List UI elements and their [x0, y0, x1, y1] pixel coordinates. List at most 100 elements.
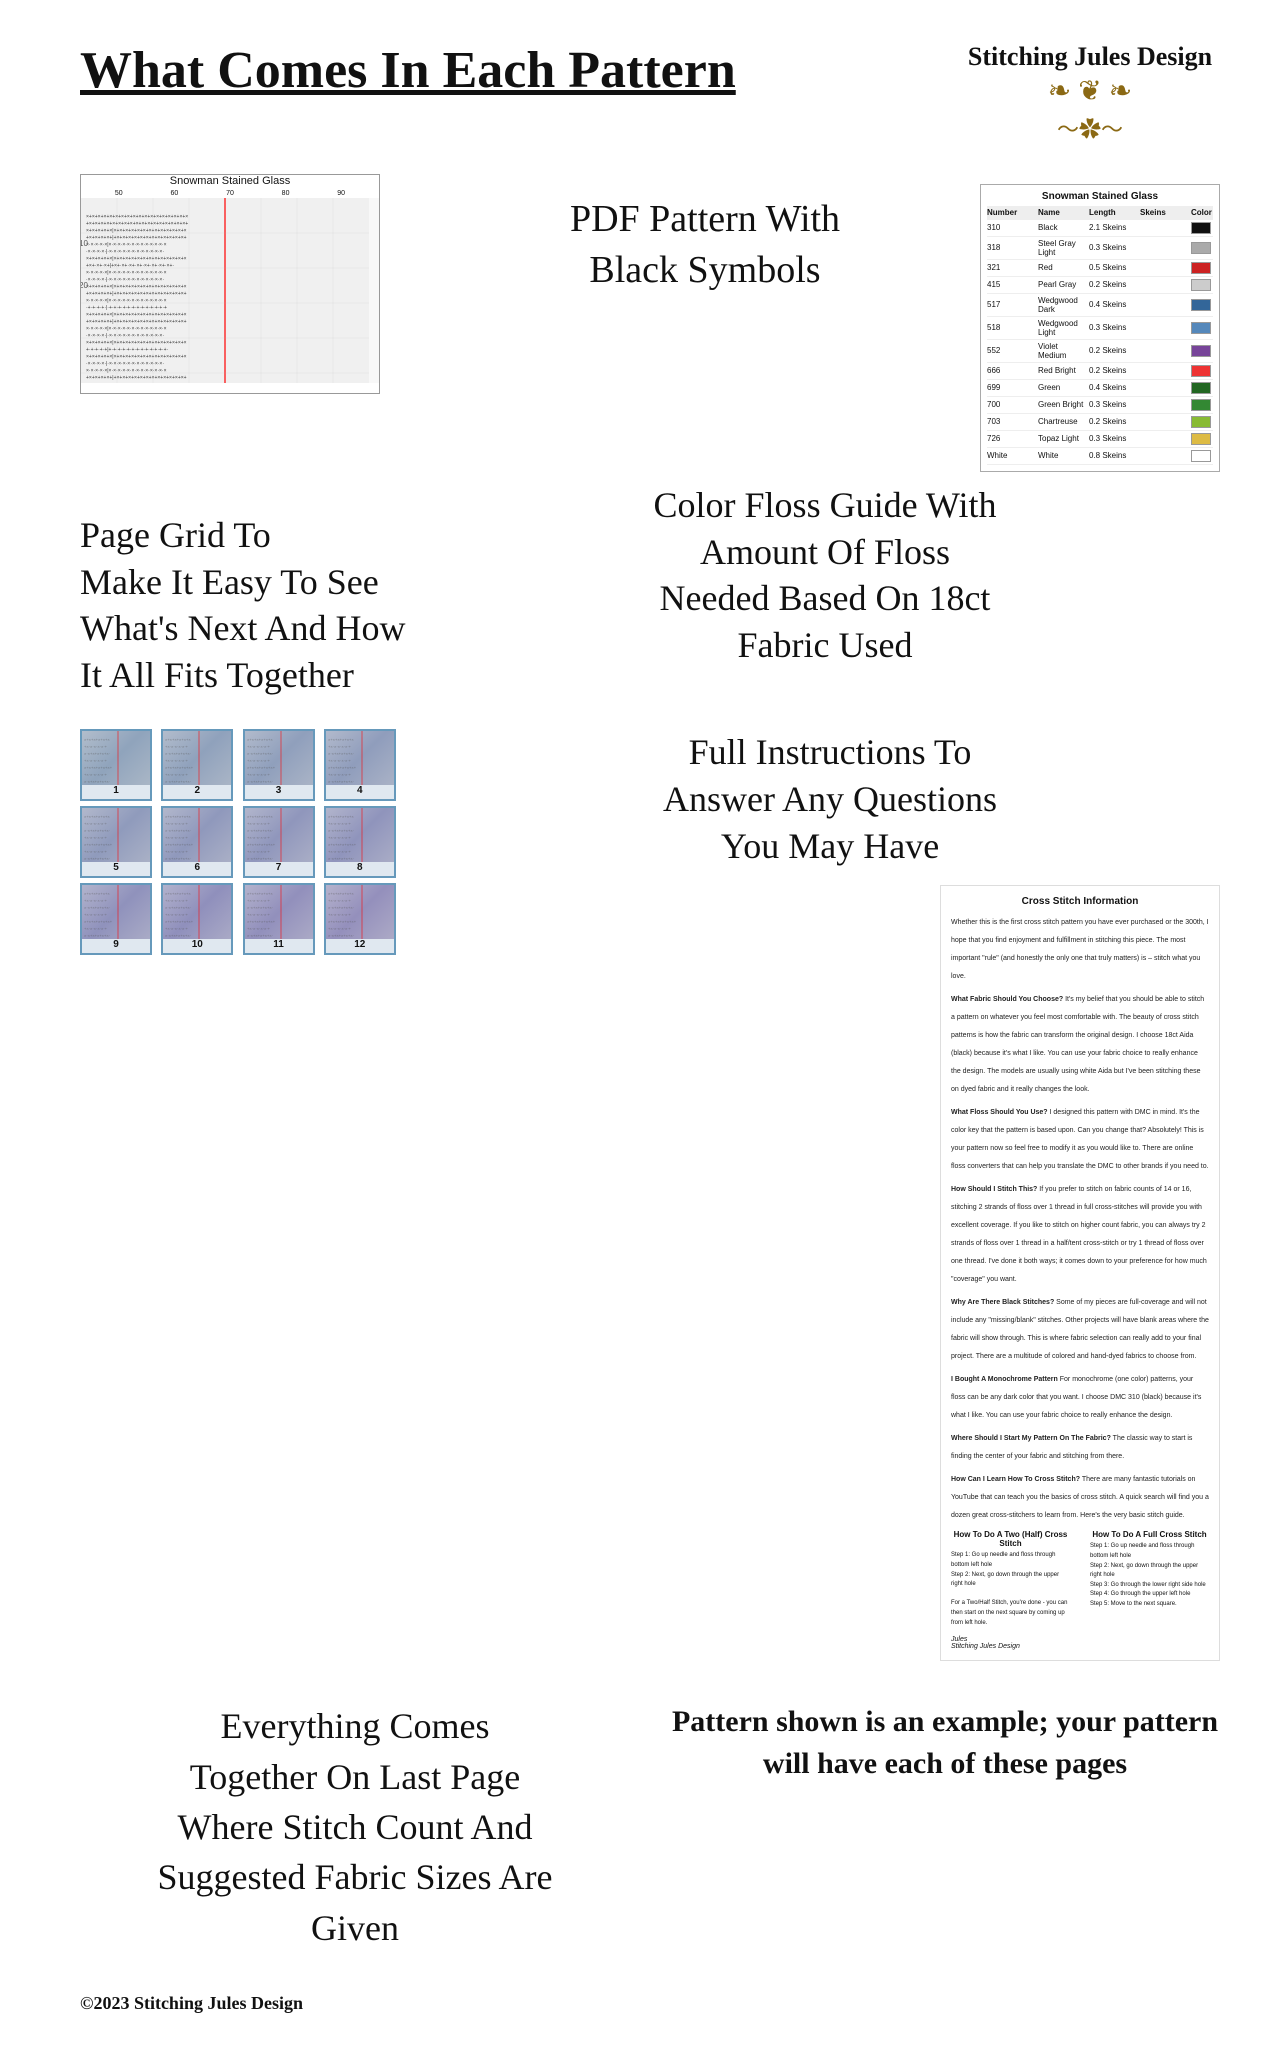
logo-area: Stitching Jules Design ❧ ❦ ❧ 〜✿〜: [960, 40, 1220, 144]
cell-pattern: ×+×+×+×+×+× +×·×·×·×·×·+ ×·×+×+×+×+×· +×…: [245, 731, 313, 785]
svg-text:+×·×·×·×·×·+: +×·×·×·×·×·+: [328, 849, 352, 854]
cs-heading: Why Are There Black Stitches?: [951, 1299, 1054, 1306]
floss-table-row: White White 0.8 Skeins: [987, 448, 1213, 465]
floss-cell-color: [1191, 299, 1213, 311]
color-swatch: [1191, 222, 1211, 234]
cs-paragraph-text: How Should I Stitch This? If you prefer …: [951, 1186, 1207, 1283]
floss-table-row: 415 Pearl Gray 0.2 Skeins: [987, 277, 1213, 294]
svg-text:×+×+×+×+×+×: ×+×+×+×+×+×: [247, 814, 273, 819]
floss-table-row: 517 Wedgwood Dark 0.4 Skeins: [987, 294, 1213, 317]
floss-guide-text: Color Floss Guide WithAmount Of FlossNee…: [430, 482, 1220, 679]
floss-col-number: Number: [987, 208, 1034, 217]
floss-cell-color: [1191, 450, 1213, 462]
svg-text:+×·×·×·×·×·+: +×·×·×·×·×·+: [84, 772, 108, 777]
floss-table-row: 518 Wedgwood Light 0.3 Skeins: [987, 317, 1213, 340]
grid-pages-wrapper: ×+×+×+×+×+× +×·×·×·×·×·+ ×·×+×+×+×+×· +×…: [80, 719, 420, 955]
section-row-4: Everything ComesTogether On Last PageWhe…: [80, 1681, 1220, 1953]
section-row-2: Page Grid ToMake It Easy To SeeWhat's Ne…: [80, 482, 1220, 699]
floss-cell-number: White: [987, 451, 1034, 460]
svg-text:×·×+×+×+×+×·: ×·×+×+×+×+×·: [328, 933, 354, 938]
svg-text:·×·×·×·×·|·×·×·×·×·×·×·×·×·×·×: ·×·×·×·×·|·×·×·×·×·×·×·×·×·×·×·×·×·: [86, 361, 164, 367]
floss-cell-name: Pearl Gray: [1038, 280, 1085, 289]
cell-svg: ×+×+×+×+×+× +×·×·×·×·×·+ ×·×+×+×+×+×· +×…: [245, 731, 313, 785]
svg-text:+×·×·×·×·×·+: +×·×·×·×·×·+: [247, 835, 271, 840]
cs-heading: I Bought A Monochrome Pattern: [951, 1376, 1058, 1383]
color-swatch: [1191, 365, 1211, 377]
cell-pattern: ×+×+×+×+×+× +×·×·×·×·×·+ ×·×+×+×+×+×· +×…: [326, 885, 394, 939]
svg-text:×+×+×+×+×|×+×+×+×+×+×+×+×+×+×+: ×+×+×+×+×|×+×+×+×+×+×+×+×+×+×+×+×+×: [86, 284, 187, 290]
floss-cell-color: [1191, 279, 1213, 291]
svg-text:+×+×+×+×+×+×+×+×+×+×+×+×+×+×+×: +×+×+×+×+×+×+×+×+×+×+×+×+×+×+×+×+×+: [86, 221, 188, 227]
cell-svg: ×+×+×+×+×+× +×·×·×·×·×·+ ×·×+×+×+×+×· +×…: [82, 885, 150, 939]
svg-text:×+×+×+×+×+×: ×+×+×+×+×+×: [165, 737, 191, 742]
cs-paragraph-text: Why Are There Black Stitches? Some of my…: [951, 1299, 1209, 1360]
color-swatch: [1191, 399, 1211, 411]
pattern-image-title: Snowman Stained Glass: [81, 175, 379, 187]
logo-decoration: ❧ ❦ ❧: [1048, 74, 1132, 108]
grid-area: gen lines ×+×+×+×+×+×+×+×+×+×+×+×+×+×+×+…: [81, 198, 379, 383]
how-to-col-2: How To Do A Full Cross Stitch Step 1: Go…: [1090, 1530, 1209, 1628]
svg-text:10: 10: [81, 239, 88, 248]
cell-pattern: ×+×+×+×+×+× +×·×·×·×·×·+ ×·×+×+×+×+×· +×…: [245, 885, 313, 939]
floss-table-row: 666 Red Bright 0.2 Skeins: [987, 363, 1213, 380]
svg-text:×+×+×+×+×|×+×+×+×+×+×+×+×+×+×+: ×+×+×+×+×|×+×+×+×+×+×+×+×+×+×+×+×+×: [86, 312, 187, 318]
svg-text:×·×+×+×+×+×·: ×·×+×+×+×+×·: [247, 779, 273, 784]
logo-text: Stitching Jules Design: [968, 40, 1212, 74]
svg-text:+×·×·×·×·×·+: +×·×·×·×·×·+: [84, 898, 108, 903]
svg-text:+×·×·×·×·×·+: +×·×·×·×·×·+: [328, 912, 352, 917]
cell-pattern: ×+×+×+×+×+× +×·×·×·×·×·+ ×·×+×+×+×+×· +×…: [82, 731, 150, 785]
floss-cell-color: [1191, 262, 1213, 274]
page: What Comes In Each Pattern Stitching Jul…: [0, 0, 1280, 2054]
svg-text:+×·×·×·×·×·+: +×·×·×·×·×·+: [165, 758, 189, 763]
svg-text:×+×+×+×+×+×+: ×+×+×+×+×+×+: [328, 765, 357, 770]
cs-paragraph-text: What Fabric Should You Choose? It's my b…: [951, 996, 1204, 1093]
ruler-top: 5060708090: [81, 190, 379, 197]
svg-text:×+×+×+×+×+×: ×+×+×+×+×+×: [165, 814, 191, 819]
svg-text:×+×+×+×+×|×+×+×+×+×+×+×+×+×+×+: ×+×+×+×+×|×+×+×+×+×+×+×+×+×+×+×+×+×: [86, 354, 187, 360]
floss-table-row: 310 Black 2.1 Skeins: [987, 220, 1213, 237]
cell-svg: ×+×+×+×+×+× +×·×·×·×·×·+ ×·×+×+×+×+×· +×…: [163, 731, 231, 785]
svg-text:×+×+×+×+×+×+: ×+×+×+×+×+×+: [165, 765, 194, 770]
floss-cell-number: 703: [987, 417, 1034, 426]
svg-text:+×+×+×+×+|+×+×+×+×+×+×+×+×+×+×: +×+×+×+×+|+×+×+×+×+×+×+×+×+×+×+×+×+: [86, 375, 187, 381]
cs-info-paragraph: Whether this is the first cross stitch p…: [951, 911, 1209, 983]
cell-num: 4: [357, 785, 363, 796]
section-row-3: ×+×+×+×+×+× +×·×·×·×·×·+ ×·×+×+×+×+×· +×…: [80, 719, 1220, 1661]
header: What Comes In Each Pattern Stitching Jul…: [80, 40, 1220, 144]
svg-text:+×·×·×·×·×·+: +×·×·×·×·×·+: [165, 849, 189, 854]
color-swatch: [1191, 433, 1211, 445]
cell-pattern: ×+×+×+×+×+× +×·×·×·×·×·+ ×·×+×+×+×+×· +×…: [326, 731, 394, 785]
cross-stitch-svg: gen lines ×+×+×+×+×+×+×+×+×+×+×+×+×+×+×+…: [81, 198, 379, 383]
floss-table-row: 321 Red 0.5 Skeins: [987, 260, 1213, 277]
svg-text:×+×+×+×+×+×+: ×+×+×+×+×+×+: [247, 842, 276, 847]
svg-text:×+×+×+×+×+×: ×+×+×+×+×+×: [247, 737, 273, 742]
cs-info-paragraph: Where Should I Start My Pattern On The F…: [951, 1427, 1209, 1463]
cell-pattern: ×+×+×+×+×+× +×·×·×·×·×·+ ×·×+×+×+×+×· +×…: [163, 808, 231, 862]
svg-text:+×·×·×·×·×·+: +×·×·×·×·×·+: [247, 772, 271, 777]
svg-text:×·×+×+×+×+×·: ×·×+×+×+×+×·: [328, 779, 354, 784]
floss-cell-length: 0.4 Skeins: [1089, 383, 1136, 392]
cell-num: 3: [276, 785, 282, 796]
svg-text:×·×·×·×·×|×·×·×·×·×·×·×·×·×·×·: ×·×·×·×·×|×·×·×·×·×·×·×·×·×·×·×·×·×: [86, 270, 167, 276]
full-instructions-text: Full Instructions ToAnswer Any Questions…: [440, 729, 1220, 869]
floss-cell-number: 699: [987, 383, 1034, 392]
cs-heading: How Should I Stitch This?: [951, 1186, 1037, 1193]
floss-cell-number: 700: [987, 400, 1034, 409]
floss-cell-color: [1191, 382, 1213, 394]
how-to-steps-2: Step 1: Go up needle and floss through b…: [1090, 1542, 1209, 1609]
floss-cell-length: 0.2 Skeins: [1089, 280, 1136, 289]
floss-cell-length: 2.1 Skeins: [1089, 223, 1136, 232]
svg-text:×+×+×+×+×+×: ×+×+×+×+×+×: [84, 814, 110, 819]
how-to-title-1: How To Do A Two (Half) Cross Stitch: [951, 1530, 1070, 1548]
svg-text:×·×+×+×+×+×·: ×·×+×+×+×+×·: [84, 751, 110, 756]
color-swatch: [1191, 279, 1211, 291]
svg-text:+×·×·×·×·×·+: +×·×·×·×·×·+: [247, 758, 271, 763]
svg-text:+×·×·×·×·×·+: +×·×·×·×·×·+: [328, 772, 352, 777]
cell-svg: ×+×+×+×+×+× +×·×·×·×·×·+ ×·×+×+×+×+×· +×…: [163, 808, 231, 862]
svg-text:×+×+×+×+×+×+: ×+×+×+×+×+×+: [247, 919, 276, 924]
floss-cell-color: [1191, 399, 1213, 411]
floss-cell-name: Topaz Light: [1038, 434, 1085, 443]
grid-page-cell: ×+×+×+×+×+× +×·×·×·×·×·+ ×·×+×+×+×+×· +×…: [161, 883, 233, 955]
floss-cell-number: 310: [987, 223, 1034, 232]
svg-text:×·×+×+×+×+×·: ×·×+×+×+×+×·: [165, 828, 191, 833]
